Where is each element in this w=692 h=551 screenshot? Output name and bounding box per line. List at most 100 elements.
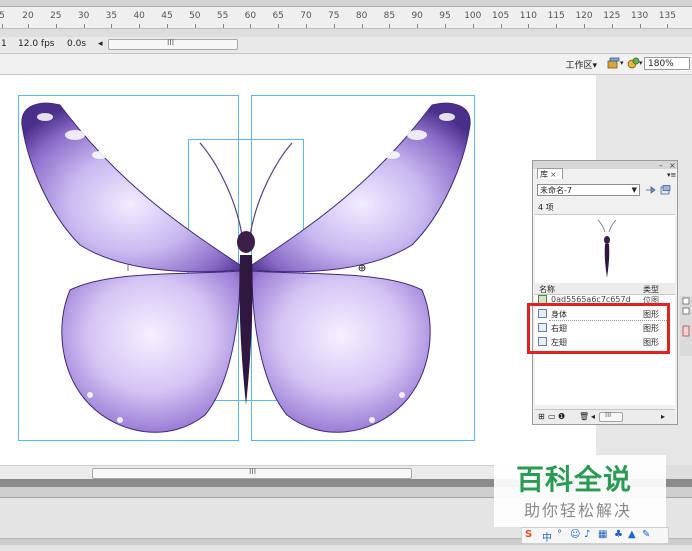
workspace-menu[interactable]: 工作区▾ xyxy=(565,58,597,71)
library-scroll-grip: III xyxy=(605,411,612,419)
highlight-box xyxy=(527,303,670,354)
ruler-tick xyxy=(556,24,558,28)
ruler-mark: 135 xyxy=(658,11,676,21)
ruler-mark: 60 xyxy=(244,11,257,21)
workspace-label: 工作区 xyxy=(565,61,593,71)
ruler-tick xyxy=(167,24,168,28)
ruler-mark: 70 xyxy=(300,11,312,21)
ime-punctuation-icon[interactable]: ° xyxy=(557,529,562,540)
ruler-mark: 40 xyxy=(133,11,145,21)
ruler-mark: 120 xyxy=(575,11,593,21)
library-panel[interactable]: – × 库 × ▾≡ 未命名-7 ▼ 4 项 名称 类型 0ad5565a6c7c… xyxy=(532,160,678,425)
ruler-tick xyxy=(83,24,85,28)
ruler-tick xyxy=(306,24,307,28)
dropdown-arrow-icon[interactable]: ▼ xyxy=(632,185,637,196)
ime-skin-icon[interactable]: ▲ xyxy=(628,529,636,540)
library-tab-label: 库 xyxy=(540,170,548,179)
pin-library-icon[interactable] xyxy=(645,185,656,195)
new-library-panel-icon[interactable] xyxy=(660,185,671,195)
butterfly-artwork[interactable] xyxy=(0,75,596,465)
properties-icon[interactable]: ❶ xyxy=(558,412,565,421)
ruler-mark: 5 xyxy=(0,11,5,21)
new-folder-icon[interactable]: ▭ xyxy=(548,412,556,421)
timeline-horizontal-scrollbar[interactable]: III xyxy=(108,38,238,50)
ruler-mark: 105 xyxy=(492,11,510,21)
close-icon[interactable]: × xyxy=(669,161,676,170)
ruler-mark: 130 xyxy=(631,11,649,21)
ime-logo-icon[interactable]: S xyxy=(525,529,532,540)
tab-close-icon[interactable]: × xyxy=(550,170,557,179)
elapsed-time: 0.0s xyxy=(67,39,87,49)
ruler-tick xyxy=(28,24,29,28)
body-preview-image xyxy=(597,219,617,278)
ruler-mark: 25 xyxy=(50,11,62,21)
collapsed-panel-strip[interactable] xyxy=(680,296,692,356)
edit-bar: 工作区▾ ▾ ▾ 180% xyxy=(0,54,692,75)
ime-toolbox-icon[interactable]: ♣ xyxy=(614,529,623,540)
ruler-top-strip xyxy=(0,0,692,7)
ruler-tick xyxy=(611,24,613,28)
ruler-mark: 65 xyxy=(272,11,284,21)
current-frame: 1 xyxy=(1,39,7,49)
ruler-tick xyxy=(528,24,530,28)
ruler-tick xyxy=(250,24,252,28)
ruler-tick xyxy=(639,24,641,28)
edit-scene-icon[interactable] xyxy=(607,57,620,69)
ruler-mark: 90 xyxy=(411,11,423,21)
ruler-mark: 85 xyxy=(383,11,396,21)
panel-menu-icon[interactable]: ▾≡ xyxy=(667,171,676,179)
ruler-tick xyxy=(472,24,474,28)
zoom-field[interactable]: 180% xyxy=(644,57,690,70)
ime-keyboard-icon[interactable]: ▦ xyxy=(598,529,607,540)
library-tab[interactable]: 库 × xyxy=(537,168,563,179)
delete-icon[interactable]: 🗑 xyxy=(579,412,589,421)
stage-scroll-thumb[interactable]: III xyxy=(92,467,412,479)
new-symbol-icon[interactable]: ⊞ xyxy=(538,412,545,421)
ruler-tick xyxy=(445,24,446,28)
ruler-mark: 125 xyxy=(603,11,621,21)
library-footer: ⊞ ▭ ❶ 🗑 ◂ III ▸ xyxy=(535,409,675,424)
ime-mode-toggle[interactable]: 中 xyxy=(542,529,552,544)
timeline-ruler[interactable]: 5 20 25 30 35 40 45 50 55 60 65 70 75 80 85 90 95 100 105 1… xyxy=(0,0,692,29)
ime-voice-icon[interactable]: ♪ xyxy=(584,529,590,540)
ruler-mark: 50 xyxy=(189,11,201,21)
watermark-subtitle: 助你轻松解决 xyxy=(524,501,633,520)
ruler-tick xyxy=(667,24,669,28)
scroll-left-arrow-icon[interactable]: ◂ xyxy=(98,39,103,49)
library-horizontal-scrollbar[interactable]: III xyxy=(599,411,623,422)
ime-emoji-icon[interactable]: ☺ xyxy=(570,529,580,540)
edit-symbols-arrow-icon[interactable]: ▾ xyxy=(639,59,643,67)
ruler-tick xyxy=(111,24,113,28)
ruler-tick xyxy=(500,24,502,28)
ime-settings-icon[interactable]: ✎ xyxy=(642,529,650,540)
ruler-mark: 45 xyxy=(161,11,173,21)
frame-rate[interactable]: 12.0 fps xyxy=(18,39,54,49)
ruler-tick xyxy=(361,24,363,28)
ruler-mark: 100 xyxy=(464,11,482,21)
library-document-name: 未命名-7 xyxy=(540,186,572,195)
library-item-count: 4 项 xyxy=(538,203,554,212)
ruler-tick xyxy=(139,24,141,28)
ruler-mark: 20 xyxy=(22,11,34,21)
ruler-tick xyxy=(333,24,335,28)
library-preview xyxy=(535,214,675,284)
ruler-mark: 80 xyxy=(355,11,368,21)
ruler-mark: 35 xyxy=(105,11,118,21)
ruler-mark: 95 xyxy=(439,11,451,21)
ruler-tick xyxy=(222,24,224,28)
library-document-select[interactable]: 未命名-7 ▼ xyxy=(537,184,640,196)
ruler-tick xyxy=(2,24,3,28)
stage-scroll-grip: III xyxy=(249,467,257,476)
scroll-right-icon[interactable]: ▸ xyxy=(661,412,665,421)
edit-scene-arrow-icon[interactable]: ▾ xyxy=(620,59,624,67)
ruler-tick xyxy=(389,24,391,28)
ruler-mark: 115 xyxy=(547,11,565,21)
scroll-left-icon[interactable]: ◂ xyxy=(591,412,595,421)
stage[interactable] xyxy=(0,75,596,465)
ruler-tick xyxy=(584,24,585,28)
ruler-tick xyxy=(278,24,280,28)
workspace-arrow-icon: ▾ xyxy=(592,61,597,71)
minimize-icon[interactable]: – xyxy=(659,161,663,170)
watermark: 百科全说 助你轻松解决 xyxy=(494,455,666,527)
ime-toolbar[interactable]: S 中 ° ☺ ♪ ▦ ♣ ▲ ✎ xyxy=(521,527,669,544)
